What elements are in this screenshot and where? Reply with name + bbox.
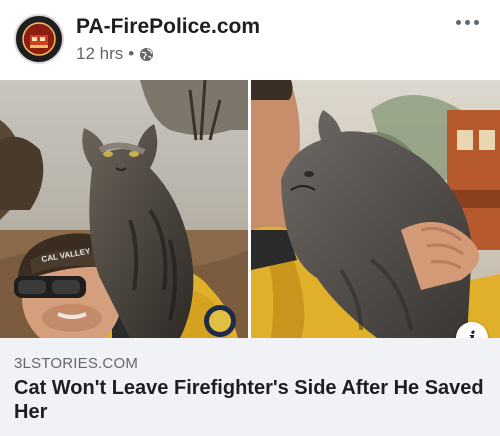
more-options-button[interactable] <box>452 10 482 34</box>
globe-icon <box>139 47 154 62</box>
page-name[interactable]: PA-FirePolice.com <box>76 15 260 39</box>
page-avatar[interactable] <box>14 14 64 64</box>
fire-police-badge-icon <box>17 17 61 61</box>
more-dots-icon <box>455 19 461 25</box>
post-header: PA-FirePolice.com 12 hrs • <box>0 0 500 80</box>
meta-separator: • <box>128 44 135 63</box>
more-dots-icon <box>464 19 470 25</box>
post-photos[interactable]: CAL VALLEY <box>0 80 500 338</box>
post-meta: 12 hrs • <box>76 44 154 64</box>
photo-left[interactable]: CAL VALLEY <box>0 80 248 338</box>
more-dots-icon <box>473 19 479 25</box>
post-time[interactable]: 12 hrs <box>76 44 123 64</box>
link-preview[interactable]: 3LSTORIES.COM Cat Won't Leave Firefighte… <box>0 338 500 436</box>
photo-right[interactable] <box>251 80 500 338</box>
link-title[interactable]: Cat Won't Leave Firefighter's Side After… <box>14 376 494 424</box>
link-domain: 3LSTORIES.COM <box>14 355 139 372</box>
